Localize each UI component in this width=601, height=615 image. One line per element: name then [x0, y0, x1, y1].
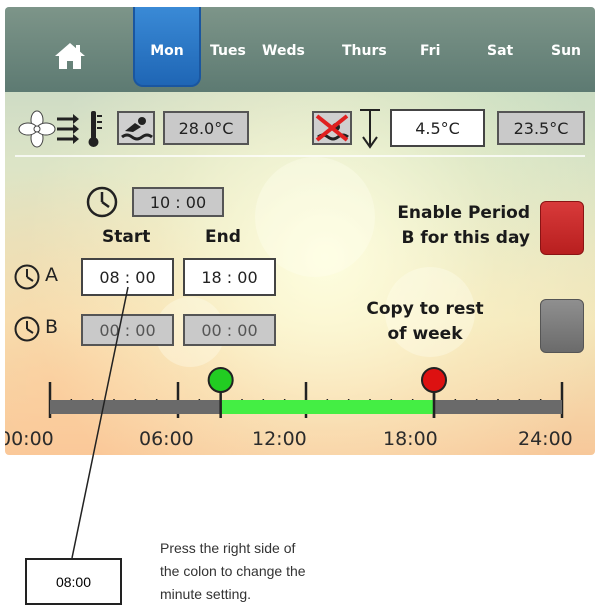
- callout-text-line: minute setting.: [160, 586, 252, 602]
- callout-value-box: 08:00: [25, 558, 122, 605]
- callout-pointer-line: [71, 286, 129, 559]
- callout-text-line: the colon to change the: [160, 563, 306, 579]
- callout-instruction: Press the right side of the colon to cha…: [160, 537, 400, 606]
- callout-text-line: Press the right side of: [160, 540, 296, 556]
